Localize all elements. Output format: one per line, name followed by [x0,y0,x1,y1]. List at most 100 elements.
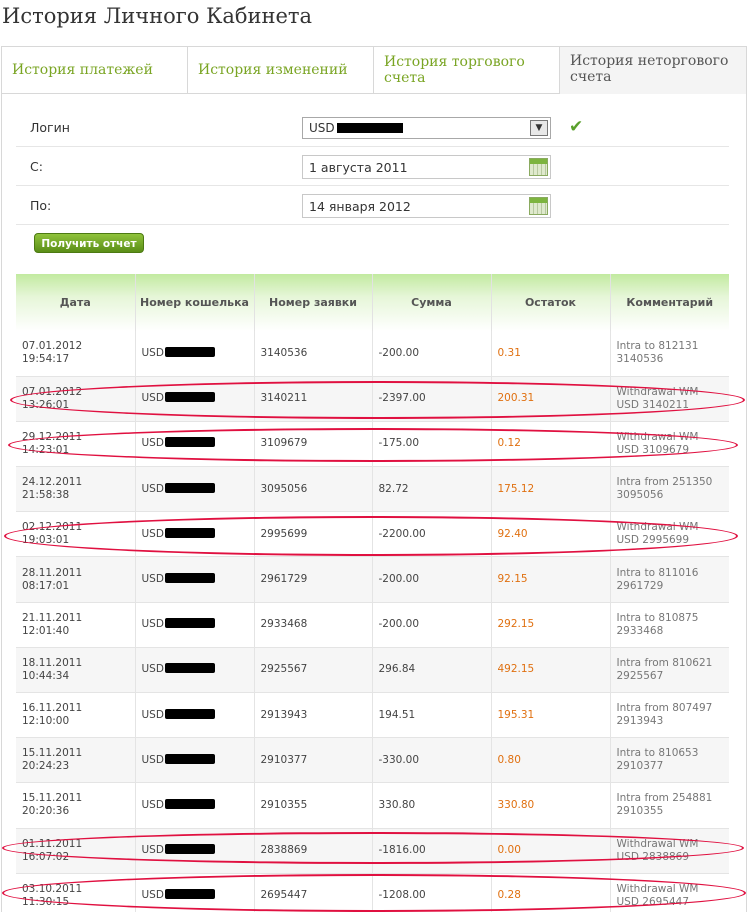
cell-comment: Withdrawal WM USD 2838869 [610,828,729,874]
column-header-request[interactable]: Номер заявки [254,274,373,331]
table-row: 01.11.2011 16:07:02 USD 2838869 -1816.00 0.0… [16,828,729,874]
cell-date: 21.11.2011 12:01:40 [16,602,136,648]
cell-amount-text: -330.00 [378,753,420,766]
cell-request-text: 2913943 [260,708,308,721]
tab-payment-history[interactable]: История платежей [2,47,188,94]
from-date-label: С: [30,159,43,174]
redacted-mark [164,392,215,403]
table-row: 18.11.2011 10:44:34 USD 2925567 296.84 492.1… [16,647,729,694]
cell-date-text: 18.11.2011 10:44:34 [22,656,83,682]
cell-amount: 296.84 [372,647,492,694]
cell-comment: Intra to 810875 2933468 [610,602,729,648]
cell-comment: Intra to 811016 2961729 [610,556,729,603]
cell-request: 3140536 [254,331,373,377]
cell-wallet: USD [135,828,255,874]
cell-date: 01.11.2011 16:07:02 [16,828,136,874]
cell-comment-text: Withdrawal WM USD 2838869 [616,837,699,863]
cell-balance-text: 0.28 [497,889,521,902]
cell-date-text: 02.12.2011 19:03:01 [22,521,83,547]
from-date-row: С: 1 августа 2011 [16,147,729,186]
to-date-value: 14 января 2012 [309,199,411,214]
tab-change-history[interactable]: История изменений [188,47,374,94]
cell-balance-text: 175.12 [497,482,535,495]
cell-amount: 82.72 [372,466,492,513]
cell-comment-text: Intra to 810653 2910377 [616,747,699,773]
cell-amount-text: -200.00 [378,573,420,586]
cell-amount-text: 194.51 [378,708,416,721]
column-header-comment[interactable]: Комментарий [610,274,729,331]
to-date-input[interactable]: 14 января 2012 [302,194,551,218]
cell-request-text: 2995699 [260,527,308,540]
cell-date: 07.01.2012 19:54:17 [16,331,136,377]
cell-request-text: 2933468 [260,618,308,631]
get-report-button[interactable]: Получить отчет [34,233,144,253]
from-date-value: 1 августа 2011 [309,160,408,175]
column-header-date[interactable]: Дата [16,274,136,331]
cell-comment: Intra from 807497 2913943 [610,692,729,739]
cell-comment-text: Withdrawal WM USD 2995699 [616,521,699,547]
cell-balance: 0.28 [491,873,611,912]
cell-balance: 292.15 [491,602,611,648]
cell-wallet-text: USD [141,573,164,586]
cell-amount: -1208.00 [372,873,492,912]
cell-request-text: 2961729 [260,573,308,586]
cell-wallet-text: USD [141,392,164,405]
from-date-input[interactable]: 1 августа 2011 [302,155,551,179]
cell-date: 07.01.2012 13:26:01 [16,376,136,422]
cell-amount-text: -200.00 [378,618,420,631]
cell-comment-text: Intra to 811016 2961729 [616,566,699,592]
tab-non-trading-account-history[interactable]: История неторгового счета [560,47,746,94]
cell-balance: 92.15 [491,556,611,603]
cell-wallet: USD [135,466,255,513]
cell-comment-text: Intra from 251350 3095056 [616,476,713,502]
cell-balance-text: 0.31 [497,346,521,359]
calendar-icon[interactable] [529,158,548,176]
cell-date: 16.11.2011 12:10:00 [16,692,136,739]
cell-comment-text: Withdrawal WM USD 2695447 [616,882,699,908]
cell-comment-text: Withdrawal WM USD 3109679 [616,430,699,456]
cell-comment: Withdrawal WM USD 3140211 [610,376,729,422]
cell-wallet: USD [135,873,255,912]
cell-balance-text: 330.80 [497,798,535,811]
tab-trading-account-history[interactable]: История торгового счета [374,47,560,94]
redacted-mark [164,482,215,493]
cell-amount-text: -1816.00 [378,844,426,857]
cell-wallet: USD [135,647,255,694]
cell-request: 2961729 [254,556,373,603]
transactions-table: Дата Номер кошелька Номер заявки Сумма О… [16,274,729,912]
cell-date-text: 07.01.2012 19:54:17 [22,340,83,366]
login-select-value: USD [309,121,335,135]
login-select[interactable]: USD ▼ [302,117,551,139]
cell-amount-text: -200.00 [378,346,420,359]
cell-amount-text: 82.72 [378,482,409,495]
cell-balance-text: 92.15 [497,573,528,586]
cell-request: 2695447 [254,873,373,912]
cell-wallet-text: USD [141,889,164,902]
cell-wallet: USD [135,782,255,829]
cell-request-text: 2695447 [260,889,308,902]
cell-request-text: 3109679 [260,437,308,450]
cell-wallet-text: USD [141,844,164,857]
cell-balance: 0.31 [491,331,611,377]
table-row: 02.12.2011 19:03:01 USD 2995699 -2200.00 92.… [16,511,729,558]
cell-wallet: USD [135,556,255,603]
column-header-balance[interactable]: Остаток [491,274,611,331]
redacted-mark [336,123,403,133]
cell-amount-text: -175.00 [378,437,420,450]
cell-wallet-text: USD [141,437,164,450]
calendar-icon[interactable] [529,197,548,215]
column-header-amount[interactable]: Сумма [372,274,492,331]
cell-comment: Intra to 812131 3140536 [610,331,729,377]
cell-balance: 0.80 [491,737,611,784]
cell-amount: -200.00 [372,331,492,377]
cell-balance: 330.80 [491,782,611,829]
cell-wallet-text: USD [141,482,164,495]
to-date-row: По: 14 января 2012 [16,186,729,225]
redacted-mark [164,527,215,538]
column-header-wallet[interactable]: Номер кошелька [135,274,255,331]
chevron-down-icon[interactable]: ▼ [530,120,548,136]
cell-date-text: 29.12.2011 14:23:01 [22,430,83,456]
cell-balance: 492.15 [491,647,611,694]
cell-balance-text: 0.00 [497,844,521,857]
table-row: 15.11.2011 20:20:36 USD 2910355 330.80 330.8… [16,782,729,829]
